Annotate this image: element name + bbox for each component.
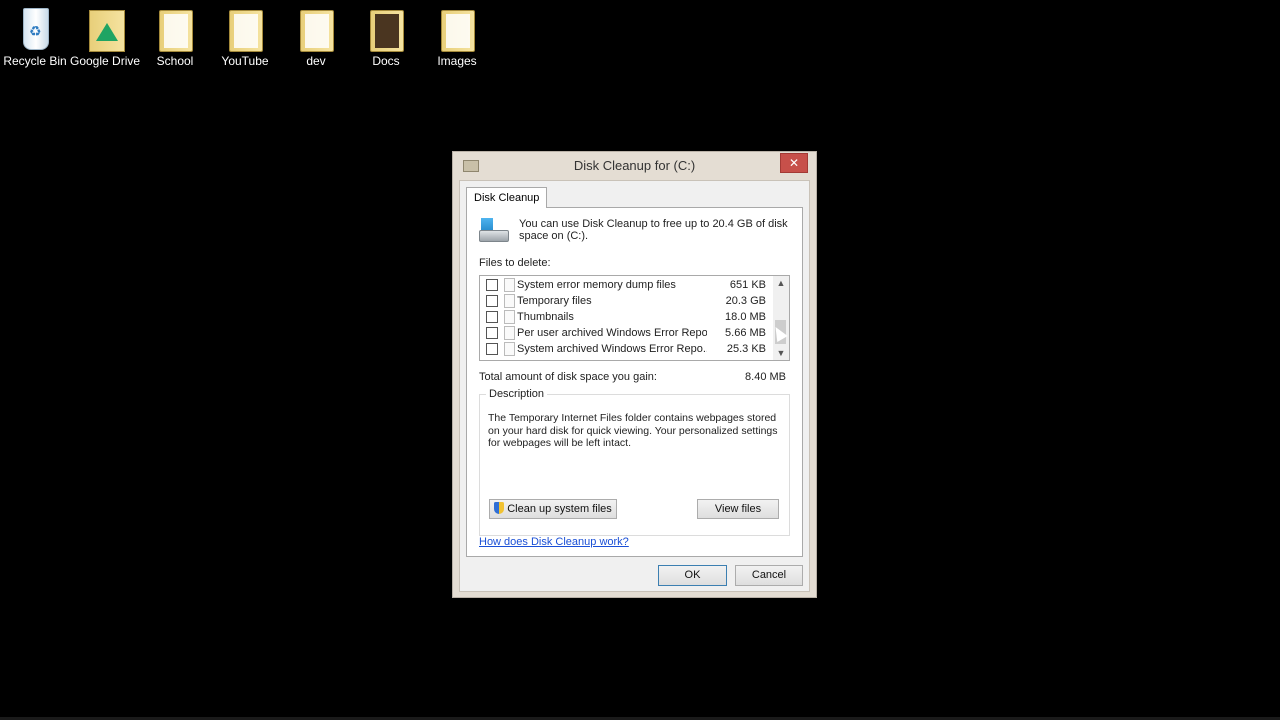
total-space-label: Total amount of disk space you gain:: [479, 371, 657, 383]
disk-cleanup-window: Disk Cleanup for (C:) ✕ Disk Cleanup You…: [452, 151, 817, 598]
file-icon: [504, 342, 515, 356]
desktop-icon-label: Images: [437, 54, 477, 68]
file-category-name: Temporary files: [517, 295, 592, 307]
list-item[interactable]: System archived Windows Error Repo... 25…: [480, 341, 772, 357]
chevron-up-icon[interactable]: ▲: [773, 276, 789, 290]
checkbox[interactable]: [486, 279, 498, 291]
file-icon: [504, 294, 515, 308]
file-category-name: System archived Windows Error Repo...: [517, 343, 707, 355]
desktop-icon-dev[interactable]: dev: [281, 6, 351, 68]
list-scrollbar[interactable]: ▲ ▼: [773, 276, 789, 360]
list-item[interactable]: Thumbnails 18.0 MB: [480, 309, 772, 325]
description-text: The Temporary Internet Files folder cont…: [488, 412, 778, 449]
desktop-icon-label: Google Drive: [70, 54, 141, 68]
checkbox[interactable]: [486, 343, 498, 355]
desktop-icon-label: YouTube: [221, 54, 269, 68]
tab-panel: You can use Disk Cleanup to free up to 2…: [466, 207, 803, 557]
tab-disk-cleanup[interactable]: Disk Cleanup: [466, 187, 548, 208]
files-to-delete-label: Files to delete:: [479, 257, 551, 269]
desktop-icon-docs[interactable]: Docs: [351, 6, 421, 68]
desktop-icon-images[interactable]: Images: [422, 6, 492, 68]
list-item[interactable]: System error memory dump files 651 KB: [480, 277, 772, 293]
recycle-bin-icon: [13, 6, 57, 52]
view-files-button[interactable]: View files: [697, 499, 779, 519]
file-icon: [504, 278, 515, 292]
disk-cleanup-icon: [479, 218, 509, 242]
description-label: Description: [486, 388, 548, 400]
desktop-icon-label: dev: [306, 54, 326, 68]
checkbox[interactable]: [486, 311, 498, 323]
file-category-size: 18.0 MB: [725, 311, 766, 323]
clean-up-system-files-button[interactable]: Clean up system files: [489, 499, 617, 519]
title-bar[interactable]: Disk Cleanup for (C:) ✕: [453, 152, 816, 180]
cancel-button[interactable]: Cancel: [735, 565, 803, 586]
folder-icon: [294, 6, 338, 52]
file-category-name: Thumbnails: [517, 311, 574, 323]
window-client: Disk Cleanup You can use Disk Cleanup to…: [459, 180, 810, 592]
file-icon: [504, 326, 515, 340]
file-category-size: 651 KB: [729, 279, 766, 291]
uac-shield-icon: [494, 502, 505, 514]
folder-icon: [435, 6, 479, 52]
close-button[interactable]: ✕: [780, 153, 808, 173]
desktop-icon-google-drive[interactable]: Google Drive: [70, 6, 140, 68]
help-link[interactable]: How does Disk Cleanup work?: [479, 536, 629, 548]
chevron-down-icon[interactable]: ▼: [773, 346, 789, 360]
folder-icon: [153, 6, 197, 52]
file-category-size: 5.66 MB: [725, 327, 766, 339]
file-icon: [504, 310, 515, 324]
checkbox[interactable]: [486, 295, 498, 307]
folder-icon: [364, 6, 408, 52]
files-list[interactable]: System error memory dump files 651 KB Te…: [479, 275, 790, 361]
clean-up-system-files-label: Clean up system files: [507, 503, 612, 515]
desktop-icon-recycle-bin[interactable]: Recycle Bin: [0, 6, 70, 68]
file-category-name: Per user archived Windows Error Repo...: [517, 327, 707, 339]
file-category-name: System error memory dump files: [517, 279, 676, 291]
file-category-size: 20.3 GB: [725, 295, 766, 307]
list-item[interactable]: Temporary files 20.3 GB: [480, 293, 772, 309]
desktop-icon-school[interactable]: School: [140, 6, 210, 68]
total-space-value: 8.40 MB: [745, 371, 786, 383]
list-item[interactable]: Per user archived Windows Error Repo... …: [480, 325, 772, 341]
folder-icon: [223, 6, 267, 52]
checkbox[interactable]: [486, 327, 498, 339]
window-title: Disk Cleanup for (C:): [573, 158, 696, 173]
desktop-icon-label: Recycle Bin: [3, 54, 67, 68]
intro-text: You can use Disk Cleanup to free up to 2…: [519, 218, 788, 242]
desktop-icon-label: Docs: [372, 54, 400, 68]
desktop-icon-youtube[interactable]: YouTube: [210, 6, 280, 68]
file-category-size: 25.3 KB: [726, 343, 766, 355]
ok-button[interactable]: OK: [658, 565, 727, 586]
google-drive-icon: [83, 6, 127, 52]
desktop-icon-label: School: [156, 54, 194, 68]
